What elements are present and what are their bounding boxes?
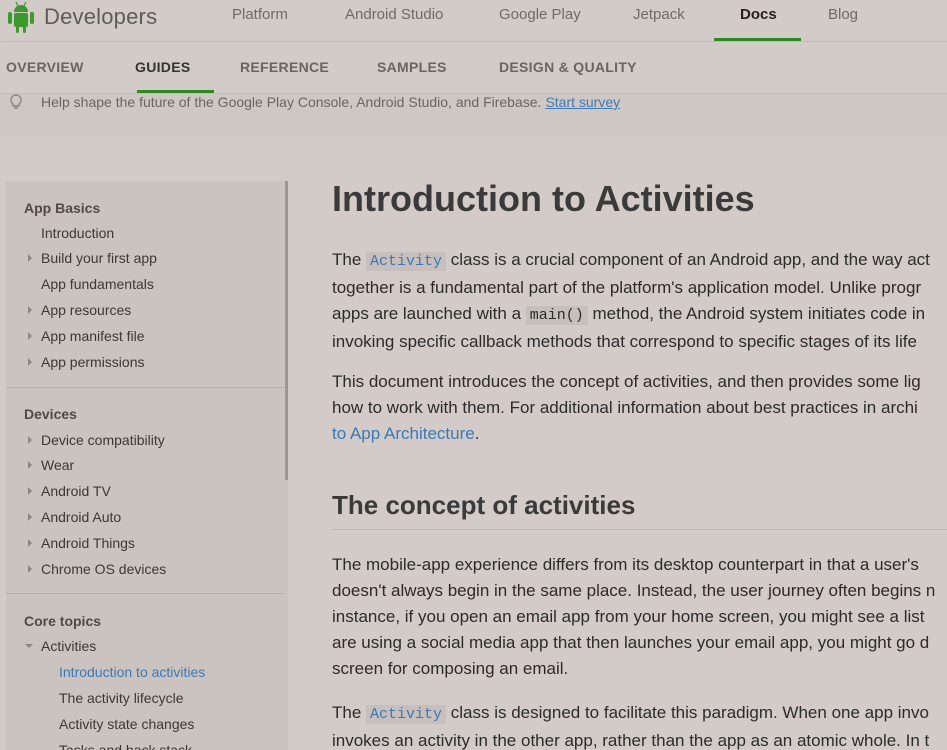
expand-arrow-icon[interactable] xyxy=(28,358,32,366)
text-fragment: The xyxy=(332,250,367,269)
sidebar-item-activity-lifecycle[interactable]: The activity lifecycle xyxy=(59,690,183,706)
sidebar-scrollbar[interactable] xyxy=(285,181,288,480)
section-heading: The concept of activities xyxy=(332,490,636,520)
android-developers-logo[interactable]: Developers xyxy=(4,0,157,34)
text-line: together is a fundamental part of the pl… xyxy=(332,278,922,297)
start-survey-link[interactable]: Start survey xyxy=(545,94,620,110)
brand-name: Developers xyxy=(44,4,158,29)
sidebar-item-app-manifest[interactable]: App manifest file xyxy=(41,328,145,344)
sidebar-item-introduction-to-activities[interactable]: Introduction to activities xyxy=(59,664,205,680)
text-fragment: The xyxy=(332,703,367,722)
tab-reference[interactable]: REFERENCE xyxy=(240,59,329,75)
tab-guides[interactable]: GUIDES xyxy=(135,59,190,75)
expand-arrow-icon[interactable] xyxy=(28,487,32,495)
sidebar-item-app-permissions[interactable]: App permissions xyxy=(41,354,145,370)
sidebar-item-android-tv[interactable]: Android TV xyxy=(41,483,111,499)
tab-design-quality[interactable]: DESIGN & QUALITY xyxy=(499,59,637,75)
sidebar-item-android-auto[interactable]: Android Auto xyxy=(41,509,121,525)
app-architecture-link[interactable]: to App Architecture xyxy=(332,424,475,443)
concept-paragraph: The mobile-app experience differs from i… xyxy=(332,552,947,682)
sidebar-item-app-resources[interactable]: App resources xyxy=(41,302,131,318)
section-tabs: OVERVIEW GUIDES REFERENCE SAMPLES DESIGN… xyxy=(0,42,947,94)
sidebar-item-tasks-back-stack[interactable]: Tasks and back stack xyxy=(59,742,192,750)
intro-paragraph: The Activity class is a crucial componen… xyxy=(332,247,947,355)
nav-blog[interactable]: Blog xyxy=(828,6,858,23)
collapse-arrow-icon[interactable] xyxy=(25,644,33,648)
sidebar-divider xyxy=(6,387,284,388)
nav-docs[interactable]: Docs xyxy=(740,6,777,23)
text-line: The mobile-app experience differs from i… xyxy=(332,555,919,574)
banner-text: Help shape the future of the Google Play… xyxy=(41,94,542,110)
sidebar-item-activities[interactable]: Activities xyxy=(41,638,96,654)
nav-android-studio[interactable]: Android Studio xyxy=(345,6,443,23)
page-title: Introduction to Activities xyxy=(332,178,755,219)
text-line: invokes an activity in the other app, ra… xyxy=(332,731,930,750)
sidebar-heading-app-basics: App Basics xyxy=(24,200,101,216)
sidebar-heading-devices: Devices xyxy=(24,406,77,422)
expand-arrow-icon[interactable] xyxy=(28,539,32,547)
heading-divider xyxy=(332,529,947,530)
sidebar-item-chrome-os[interactable]: Chrome OS devices xyxy=(41,561,166,577)
sidebar-item-wear[interactable]: Wear xyxy=(41,457,74,473)
text-fragment: . xyxy=(474,424,480,443)
nav-platform[interactable]: Platform xyxy=(232,6,288,23)
activity-class-link[interactable]: Activity xyxy=(366,705,447,724)
paradigm-paragraph: The Activity class is designed to facili… xyxy=(332,700,947,750)
expand-arrow-icon[interactable] xyxy=(28,461,32,469)
expand-arrow-icon[interactable] xyxy=(28,565,32,573)
active-tab-indicator xyxy=(137,90,214,93)
banner-message: Help shape the future of the Google Play… xyxy=(41,94,620,110)
sidebar-item-app-fundamentals[interactable]: App fundamentals xyxy=(41,276,154,292)
sidebar-item-build-first-app[interactable]: Build your first app xyxy=(41,250,157,266)
sidebar-navigation: App Basics Introduction Build your first… xyxy=(6,181,288,750)
sidebar-item-activity-state-changes[interactable]: Activity state changes xyxy=(59,716,194,732)
text-fragment: class is designed to facilitate this par… xyxy=(446,703,929,722)
top-navigation: Developers Platform Android Studio Googl… xyxy=(0,0,947,42)
sidebar-heading-core-topics: Core topics xyxy=(24,613,102,629)
expand-arrow-icon[interactable] xyxy=(28,306,32,314)
tab-samples[interactable]: SAMPLES xyxy=(377,59,447,75)
text-line: screen for composing an email. xyxy=(332,659,569,678)
text-fragment: class is a crucial component of an Andro… xyxy=(446,250,930,269)
expand-arrow-icon[interactable] xyxy=(28,332,32,340)
tab-overview[interactable]: OVERVIEW xyxy=(6,59,84,75)
text-line: The Activity class is a crucial componen… xyxy=(332,247,947,275)
expand-arrow-icon[interactable] xyxy=(28,436,32,444)
activity-class-link[interactable]: Activity xyxy=(366,252,447,271)
expand-arrow-icon[interactable] xyxy=(28,513,32,521)
sidebar-item-device-compatibility[interactable]: Device compatibility xyxy=(41,432,165,448)
android-robot-icon xyxy=(8,1,34,33)
active-nav-indicator xyxy=(714,38,801,41)
text-line: instance, if you open an email app from … xyxy=(332,607,925,626)
text-line: This document introduces the concept of … xyxy=(332,372,921,391)
main-method-code: main() xyxy=(525,306,588,325)
text-line: to App Architecture. xyxy=(332,421,947,447)
text-line: invoking specific callback methods that … xyxy=(332,332,917,351)
sidebar-item-android-things[interactable]: Android Things xyxy=(41,535,135,551)
text-line: are using a social media app that then l… xyxy=(332,633,930,652)
nav-jetpack[interactable]: Jetpack xyxy=(633,6,685,23)
overview-paragraph: This document introduces the concept of … xyxy=(332,369,947,447)
text-line: doesn't always begin in the same place. … xyxy=(332,581,936,600)
text-line: The Activity class is designed to facili… xyxy=(332,700,947,728)
nav-google-play[interactable]: Google Play xyxy=(499,6,581,23)
survey-banner: Help shape the future of the Google Play… xyxy=(0,94,947,137)
text-line: apps are launched with a main() method, … xyxy=(332,301,947,329)
text-fragment: method, the Android system initiates cod… xyxy=(587,304,926,323)
expand-arrow-icon[interactable] xyxy=(28,254,32,262)
sidebar-divider xyxy=(6,593,284,594)
text-line: how to work with them. For additional in… xyxy=(332,398,918,417)
text-fragment: apps are launched with a xyxy=(332,304,526,323)
lightbulb-icon xyxy=(10,94,22,109)
sidebar-item-introduction[interactable]: Introduction xyxy=(41,225,114,241)
